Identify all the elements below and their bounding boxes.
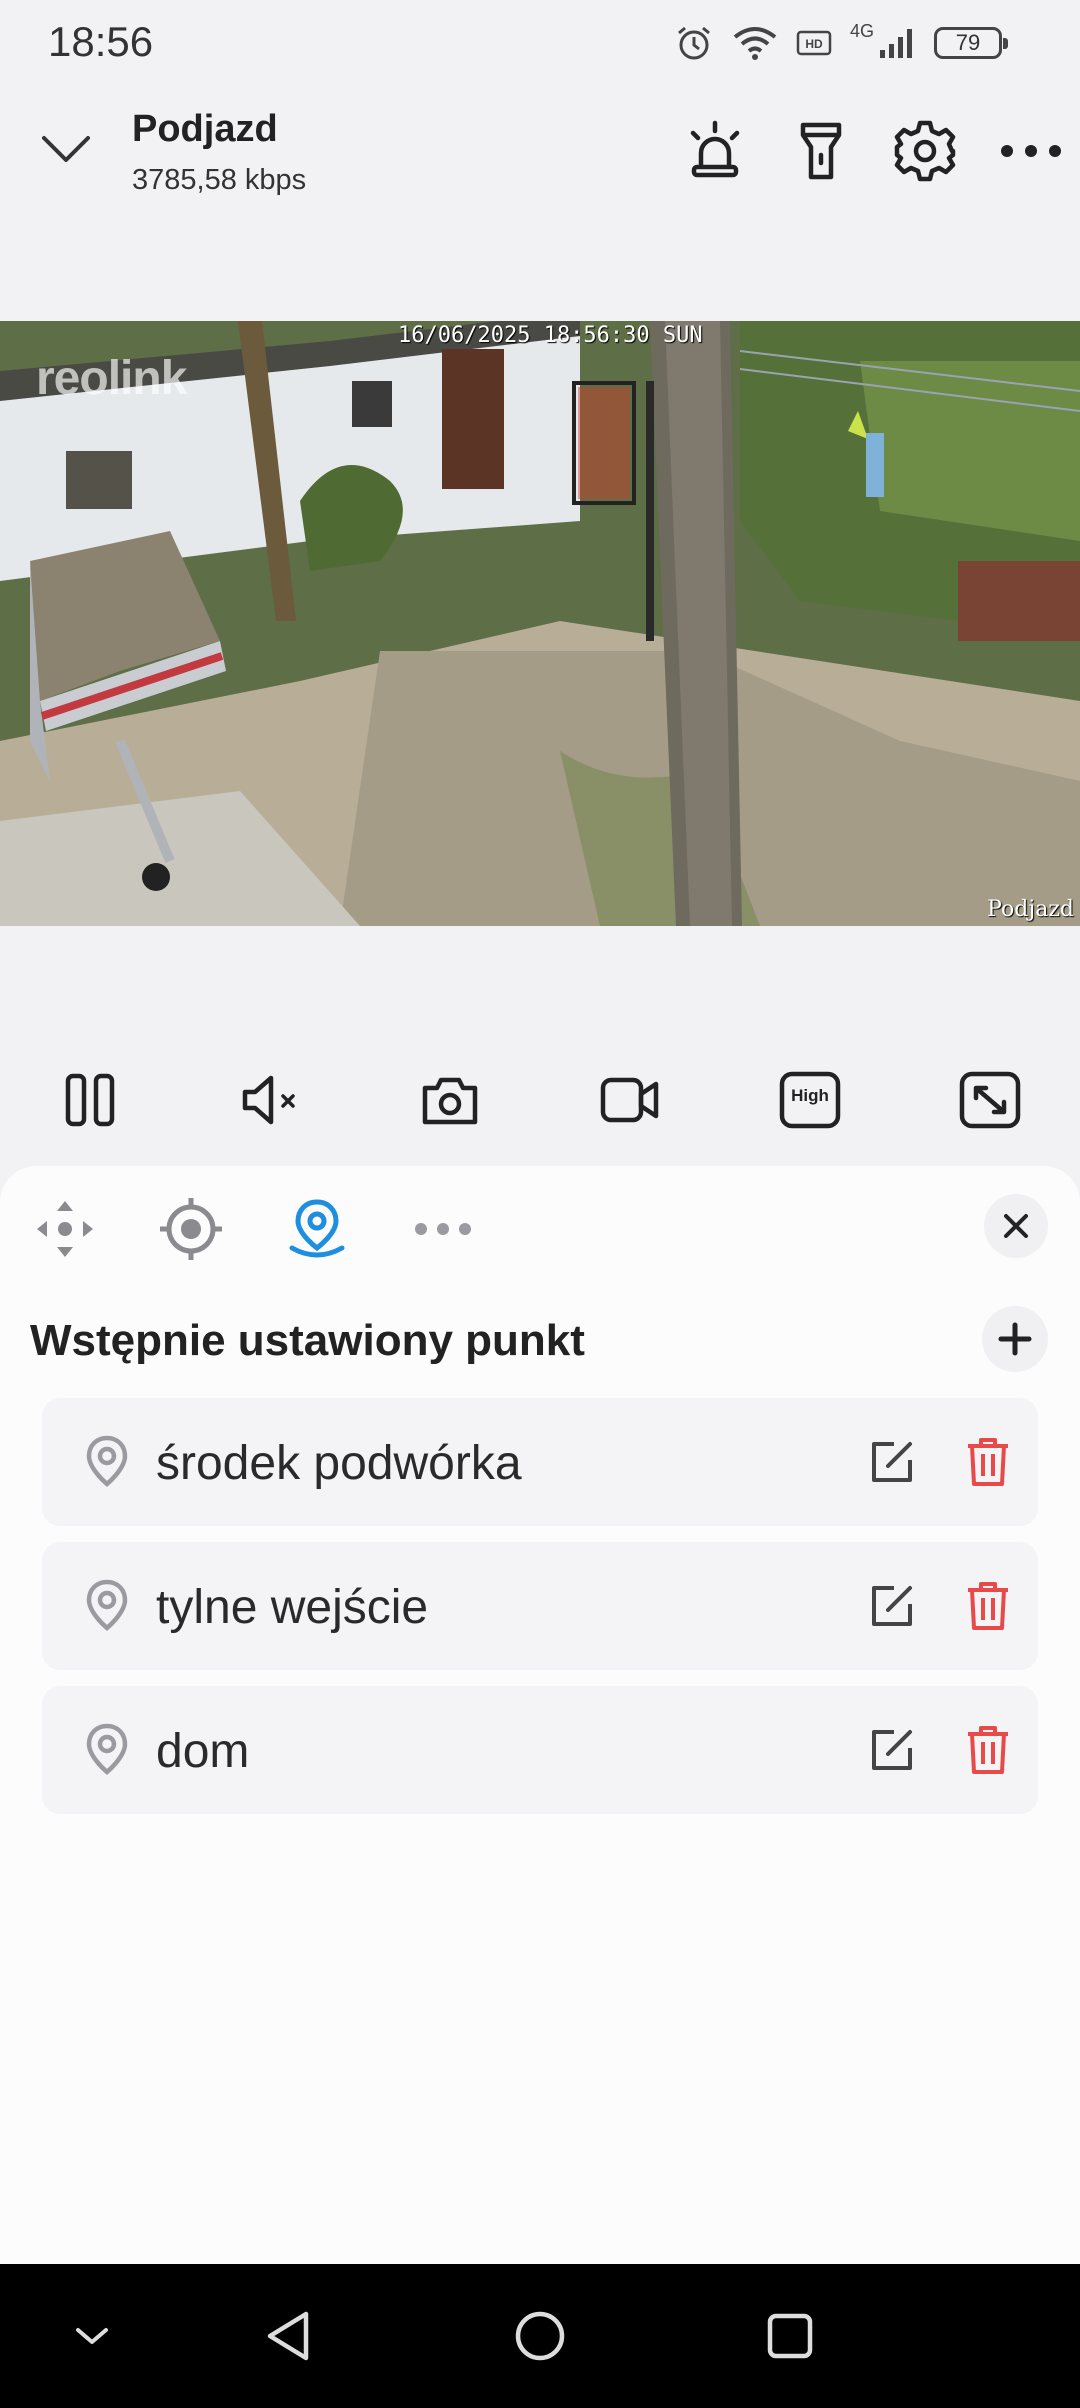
quality-button[interactable]: High xyxy=(770,1060,850,1140)
wifi-icon xyxy=(733,27,777,60)
location-pin-icon xyxy=(86,1579,128,1631)
ptz-panel: Wstępnie ustawiony punkt środek podwórka xyxy=(0,1166,1080,2264)
delete-preset-button[interactable] xyxy=(960,1578,1016,1634)
edit-icon xyxy=(872,1586,912,1626)
quality-label: High xyxy=(791,1086,829,1105)
trash-icon xyxy=(968,1726,1008,1774)
edit-icon xyxy=(872,1730,912,1770)
focus-target-icon xyxy=(160,1198,222,1260)
hd-icon: HD xyxy=(796,30,832,56)
preset-list: środek podwórka tylne wejście dom xyxy=(42,1398,1038,1830)
preset-item[interactable]: tylne wejście xyxy=(42,1542,1038,1670)
tab-ptz-control[interactable] xyxy=(30,1194,100,1264)
edit-preset-button[interactable] xyxy=(864,1578,920,1634)
preset-name: dom xyxy=(156,1725,250,1778)
svg-text:HD: HD xyxy=(805,37,823,51)
preset-name: tylne wejście xyxy=(156,1581,429,1634)
delete-preset-button[interactable] xyxy=(960,1434,1016,1490)
plus-icon xyxy=(998,1322,1032,1356)
system-nav-bar xyxy=(0,2264,1080,2408)
battery-icon: 79 xyxy=(934,27,1008,59)
preset-item[interactable]: dom xyxy=(42,1686,1038,1814)
more-dots-icon xyxy=(415,1223,471,1235)
tab-more[interactable] xyxy=(408,1194,478,1264)
snapshot-button[interactable] xyxy=(410,1060,490,1140)
location-pin-icon xyxy=(86,1435,128,1487)
back-button[interactable] xyxy=(254,2300,326,2372)
camera-header: Podjazd 3785,58 kbps xyxy=(0,90,1080,210)
osd-timestamp: 16/06/2025 18:56:30 SUN xyxy=(398,323,703,348)
status-bar: 18:56 HD 4G 79 xyxy=(0,0,1080,84)
pause-icon xyxy=(65,1073,115,1127)
network-type: 4G xyxy=(849,20,874,41)
delete-preset-button[interactable] xyxy=(960,1722,1016,1778)
home-icon xyxy=(515,2311,565,2361)
settings-icon xyxy=(894,120,956,182)
settings-button[interactable] xyxy=(890,116,960,186)
record-icon xyxy=(600,1077,659,1123)
close-icon xyxy=(1004,1214,1028,1238)
mute-button[interactable] xyxy=(230,1060,310,1140)
preset-location-icon xyxy=(289,1199,345,1258)
trash-icon xyxy=(968,1438,1008,1486)
pause-button[interactable] xyxy=(50,1060,130,1140)
signal-icon xyxy=(880,29,912,58)
hide-keyboard-icon xyxy=(76,2328,108,2344)
preset-item[interactable]: środek podwórka xyxy=(42,1398,1038,1526)
preset-name: środek podwórka xyxy=(156,1437,522,1490)
back-icon xyxy=(267,2311,309,2361)
fullscreen-button[interactable] xyxy=(950,1060,1030,1140)
playback-controls: High xyxy=(0,1060,1080,1140)
record-button[interactable] xyxy=(590,1060,670,1140)
floodlight-icon xyxy=(800,122,842,180)
edit-preset-button[interactable] xyxy=(864,1434,920,1490)
preset-section-title: Wstępnie ustawiony punkt xyxy=(30,1316,585,1365)
camera-live-view[interactable]: 16/06/2025 18:56:30 SUN reolink Podjazd xyxy=(0,321,1080,926)
edit-icon xyxy=(872,1442,912,1482)
ptz-tabs xyxy=(0,1166,1080,1286)
location-pin-icon xyxy=(86,1723,128,1775)
fullscreen-icon xyxy=(959,1071,1021,1129)
siren-button[interactable] xyxy=(680,116,750,186)
status-time: 18:56 xyxy=(48,18,154,65)
more-icon xyxy=(1001,145,1061,157)
recents-button[interactable] xyxy=(754,2300,826,2372)
status-icons: HD 4G 79 xyxy=(674,20,1008,64)
hide-keyboard-button[interactable] xyxy=(56,2300,128,2372)
edit-preset-button[interactable] xyxy=(864,1722,920,1778)
alarm-icon xyxy=(678,26,710,60)
snapshot-icon xyxy=(422,1077,478,1125)
camera-bitrate: 3785,58 kbps xyxy=(132,164,307,196)
floodlight-button[interactable] xyxy=(786,116,856,186)
collapse-button[interactable] xyxy=(34,118,98,182)
tab-focus[interactable] xyxy=(156,1194,226,1264)
battery-level: 79 xyxy=(955,30,981,55)
mute-icon xyxy=(242,1075,295,1125)
close-panel-button[interactable] xyxy=(984,1194,1048,1258)
add-preset-button[interactable] xyxy=(982,1306,1048,1372)
more-button[interactable] xyxy=(996,116,1066,186)
trash-icon xyxy=(968,1582,1008,1630)
recents-icon xyxy=(767,2313,813,2359)
camera-scene xyxy=(0,321,1080,926)
tab-preset[interactable] xyxy=(282,1194,352,1264)
osd-brand-logo: reolink xyxy=(36,352,187,405)
osd-camera-name: Podjazd xyxy=(987,897,1074,922)
ptz-arrows-icon xyxy=(37,1201,93,1257)
home-button[interactable] xyxy=(504,2300,576,2372)
camera-title: Podjazd xyxy=(132,108,278,150)
chevron-down-icon xyxy=(42,136,90,162)
siren-icon xyxy=(690,120,740,178)
